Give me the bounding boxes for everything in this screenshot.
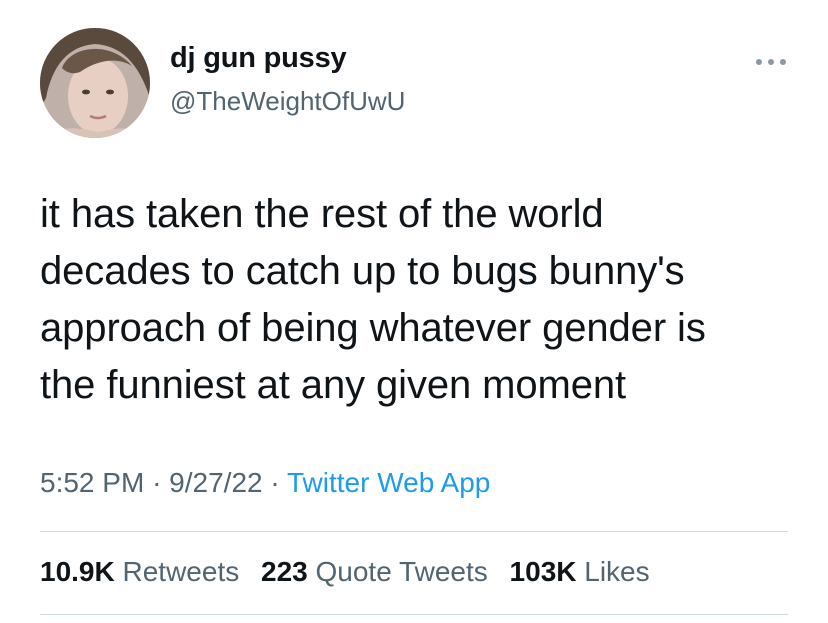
tweet-text-line: the funniest at any given moment: [40, 363, 627, 407]
quote-tweets-stat[interactable]: 223 Quote Tweets: [261, 556, 488, 587]
likes-stat[interactable]: 103K Likes: [510, 556, 650, 587]
tweet-text-line: decades to catch up to bugs bunny's: [40, 249, 685, 293]
more-horizontal-icon: [756, 59, 786, 65]
engagement-stats: 10.9K Retweets 223 Quote Tweets 103K Lik…: [40, 556, 664, 588]
meta-separator: ·: [270, 467, 280, 498]
avatar[interactable]: [40, 28, 150, 138]
tweet-text: it has taken the rest of the world decad…: [40, 186, 800, 414]
tweet-source-link[interactable]: Twitter Web App: [287, 467, 490, 498]
tweet-date[interactable]: 9/27/22: [169, 467, 262, 498]
divider: [40, 531, 788, 532]
more-options-button[interactable]: [752, 52, 790, 72]
retweets-label: Retweets: [122, 556, 240, 587]
divider: [40, 614, 788, 615]
tweet-metadata: 5:52 PM · 9/27/22 · Twitter Web App: [40, 467, 490, 499]
tweet-text-line: it has taken the rest of the world: [40, 192, 604, 236]
tweet-text-line: approach of being whatever gender is: [40, 306, 706, 350]
author-display-name[interactable]: dj gun pussy: [170, 42, 347, 75]
likes-count: 103K: [509, 556, 577, 587]
quote-tweets-label: Quote Tweets: [315, 556, 488, 587]
quote-tweets-count: 223: [261, 556, 308, 587]
avatar-photo: [40, 28, 150, 138]
tweet-card: dj gun pussy @TheWeightOfUwU it has take…: [0, 0, 828, 623]
likes-label: Likes: [584, 556, 650, 587]
meta-separator: ·: [152, 467, 162, 498]
tweet-time[interactable]: 5:52 PM: [40, 467, 144, 498]
retweets-stat[interactable]: 10.9K Retweets: [40, 556, 239, 587]
retweets-count: 10.9K: [40, 556, 115, 587]
author-handle[interactable]: @TheWeightOfUwU: [170, 86, 405, 117]
